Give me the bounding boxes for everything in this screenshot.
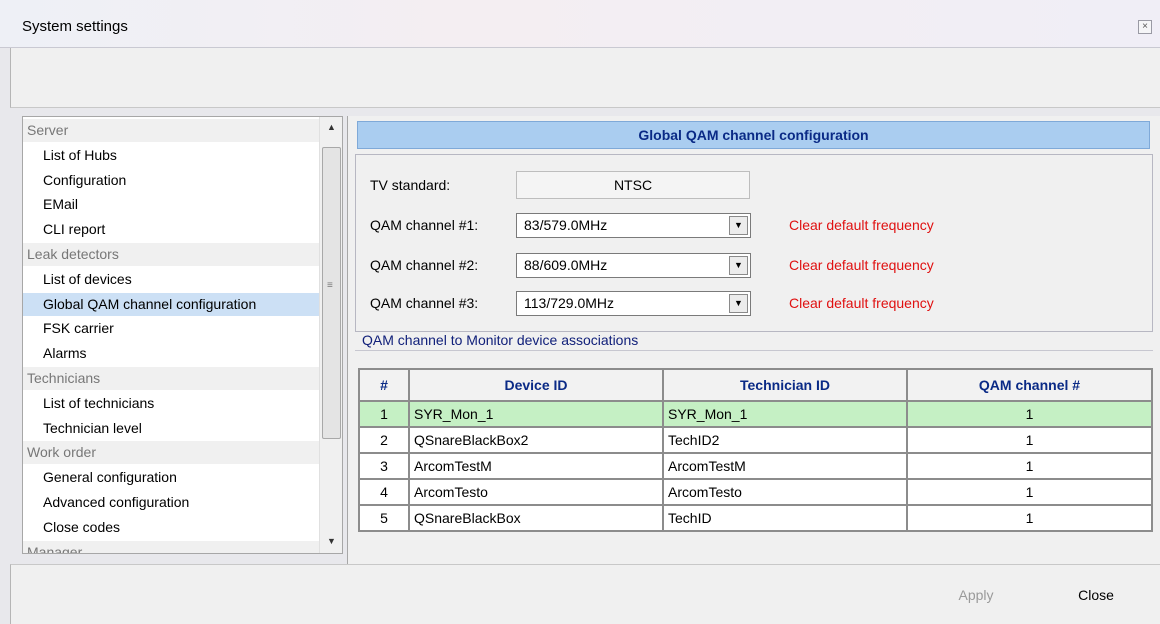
qam-channel-1-value: 83/579.0MHz (524, 217, 608, 233)
clear-default-frequency-1[interactable]: Clear default frequency (789, 216, 934, 234)
tree-item[interactable]: List of technicians (23, 392, 339, 415)
window-title: System settings (22, 18, 128, 35)
apply-button[interactable]: Apply (941, 583, 1011, 607)
table-row[interactable]: 1 SYR_Mon_1 SYR_Mon_1 1 (358, 400, 1153, 428)
technician-id-cell[interactable]: ArcomTestM (662, 452, 908, 480)
scroll-down-icon[interactable]: ▼ (320, 531, 342, 551)
tree-item[interactable]: Configuration (23, 169, 339, 192)
qam-channel-1-select[interactable]: 83/579.0MHz ▼ (516, 213, 751, 238)
column-header-technician-id[interactable]: Technician ID (662, 368, 908, 402)
device-id-cell[interactable]: QSnareBlackBox (408, 504, 664, 532)
device-id-cell[interactable]: QSnareBlackBox2 (408, 426, 664, 454)
device-id-cell[interactable]: ArcomTestM (408, 452, 664, 480)
section-title: Global QAM channel configuration (357, 121, 1150, 149)
chevron-down-icon[interactable]: ▼ (729, 294, 748, 313)
tree-group-header[interactable]: Server (23, 119, 323, 142)
device-id-cell[interactable]: ArcomTesto (408, 478, 664, 506)
tree-item[interactable]: CLI report (23, 218, 339, 241)
qam-channel-cell[interactable]: 1 (906, 426, 1153, 454)
table-row[interactable]: 2 QSnareBlackBox2 TechID2 1 (358, 426, 1153, 454)
tree-item[interactable]: Global QAM channel configuration (23, 292, 339, 316)
technician-id-cell[interactable]: TechID2 (662, 426, 908, 454)
qam-channel-cell[interactable]: 1 (906, 478, 1153, 506)
qam-channel-1-label: QAM channel #1: (370, 217, 479, 233)
column-header-qam-channel[interactable]: QAM channel # (906, 368, 1153, 402)
divider (355, 350, 1153, 351)
tree-group-header[interactable]: Technicians (23, 367, 323, 390)
table-row[interactable]: 3 ArcomTestM ArcomTestM 1 (358, 452, 1153, 480)
qam-channel-3-label: QAM channel #3: (370, 295, 479, 311)
scroll-up-icon[interactable]: ▲ (320, 117, 342, 137)
device-id-cell[interactable]: SYR_Mon_1 (408, 400, 664, 428)
tv-standard-field: NTSC (516, 171, 750, 199)
table-row[interactable]: 4 ArcomTesto ArcomTesto 1 (358, 478, 1153, 506)
qam-channel-cell[interactable]: 1 (906, 452, 1153, 480)
qam-channel-cell[interactable]: 1 (906, 504, 1153, 532)
qam-channel-2-label: QAM channel #2: (370, 257, 479, 273)
associations-table: # Device ID Technician ID QAM channel # … (358, 368, 1153, 532)
column-header-device-id[interactable]: Device ID (408, 368, 664, 402)
row-number[interactable]: 4 (358, 478, 410, 506)
qam-channel-cell[interactable]: 1 (906, 400, 1153, 428)
tree-group-header[interactable]: Leak detectors (23, 243, 323, 266)
scrollbar-thumb[interactable]: ≡ (322, 147, 341, 439)
tree-item[interactable]: Alarms (23, 342, 339, 365)
tree-item[interactable]: List of devices (23, 268, 339, 291)
window-close-button[interactable]: × (1138, 20, 1152, 34)
technician-id-cell[interactable]: TechID (662, 504, 908, 532)
qam-channel-2-select[interactable]: 88/609.0MHz ▼ (516, 253, 751, 278)
tree-item[interactable]: General configuration (23, 466, 339, 489)
row-number[interactable]: 5 (358, 504, 410, 532)
tree-item[interactable]: Technician level (23, 417, 339, 440)
title-bar: System settings × (0, 0, 1160, 48)
tree-scrollbar[interactable]: ▲ ≡ ▼ (319, 117, 342, 553)
tree-item[interactable]: FSK carrier (23, 317, 339, 340)
row-number[interactable]: 1 (358, 400, 410, 428)
technician-id-cell[interactable]: SYR_Mon_1 (662, 400, 908, 428)
close-icon: × (1142, 21, 1148, 32)
column-header-number[interactable]: # (358, 368, 410, 402)
qam-channel-2-value: 88/609.0MHz (524, 257, 608, 273)
tree-item[interactable]: EMail (23, 193, 339, 216)
content-panel: Global QAM channel configuration TV stan… (347, 116, 1160, 564)
row-number[interactable]: 3 (358, 452, 410, 480)
tree-item[interactable]: List of Hubs (23, 144, 339, 167)
tree-item[interactable]: Close codes (23, 516, 339, 539)
qam-channel-3-value: 113/729.0MHz (524, 295, 615, 311)
tree-group-header[interactable]: Work order (23, 441, 323, 465)
row-number[interactable]: 2 (358, 426, 410, 454)
associations-label: QAM channel to Monitor device associatio… (362, 332, 639, 348)
clear-default-frequency-3[interactable]: Clear default frequency (789, 294, 934, 312)
dialog-button-bar: Apply Close (10, 564, 1160, 624)
tree-group-header[interactable]: Manager (23, 540, 323, 553)
technician-id-cell[interactable]: ArcomTesto (662, 478, 908, 506)
clear-default-frequency-2[interactable]: Clear default frequency (789, 256, 934, 274)
chevron-down-icon[interactable]: ▼ (729, 216, 748, 235)
tree-item[interactable]: Advanced configuration (23, 491, 339, 514)
toolbar-area (10, 48, 1160, 108)
chevron-down-icon[interactable]: ▼ (729, 256, 748, 275)
table-header-row: # Device ID Technician ID QAM channel # (358, 368, 1153, 402)
table-row[interactable]: 5 QSnareBlackBox TechID 1 (358, 504, 1153, 532)
close-button[interactable]: Close (1051, 583, 1141, 607)
grip-icon: ≡ (327, 280, 333, 291)
tv-standard-label: TV standard: (370, 177, 451, 193)
settings-tree: Server List of Hubs Configuration EMail CLI … (22, 116, 343, 554)
qam-channel-3-select[interactable]: 113/729.0MHz ▼ (516, 291, 751, 316)
